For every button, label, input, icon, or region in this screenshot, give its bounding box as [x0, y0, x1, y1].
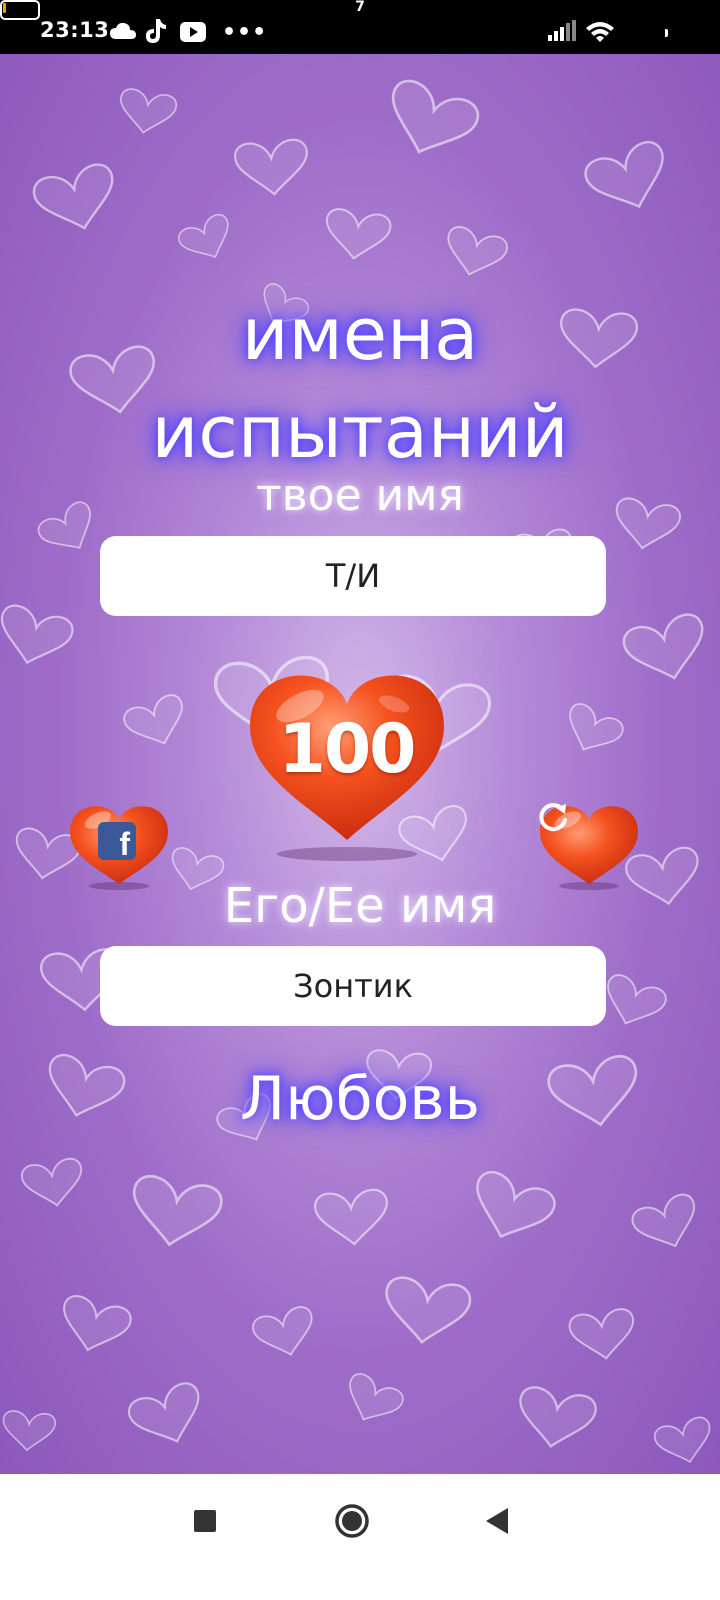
recents-icon — [194, 1510, 216, 1532]
love-score-value: 100 — [278, 710, 417, 789]
facebook-icon: f — [98, 822, 136, 860]
battery-icon: 7 — [0, 0, 365, 20]
tiktok-icon — [146, 19, 166, 43]
app-title-line1: имена — [241, 292, 479, 376]
your-name-input[interactable] — [100, 536, 606, 616]
facebook-share-button[interactable]: f — [64, 798, 174, 890]
more-icon: ••• — [222, 20, 268, 45]
back-icon — [486, 1508, 508, 1534]
their-name-label: Его/Ее имя — [223, 878, 497, 934]
status-bar: 23:13 ••• 7 — [0, 0, 720, 54]
refresh-button[interactable] — [534, 798, 644, 890]
app-title-line2: испытаний — [151, 390, 569, 474]
love-score-heart[interactable]: 100 — [244, 664, 460, 864]
cloud-icon — [110, 22, 136, 39]
battery-level-text: 7 — [355, 0, 365, 15]
wifi-icon — [586, 22, 614, 42]
home-icon — [335, 1504, 369, 1538]
result-text: Любовь — [239, 1064, 481, 1134]
your-name-label: твое имя — [256, 470, 464, 521]
signal-icon — [548, 20, 576, 41]
youtube-icon — [180, 22, 206, 42]
recents-button[interactable] — [150, 1474, 270, 1600]
home-button[interactable] — [300, 1474, 420, 1600]
back-button[interactable] — [440, 1474, 560, 1600]
navigation-bar — [0, 1474, 720, 1600]
app-screen: имена испытаний твое имя f — [0, 54, 720, 1474]
status-time: 23:13 — [40, 18, 110, 42]
their-name-input[interactable] — [100, 946, 606, 1026]
battery-tip — [665, 29, 668, 37]
refresh-icon — [539, 803, 567, 832]
